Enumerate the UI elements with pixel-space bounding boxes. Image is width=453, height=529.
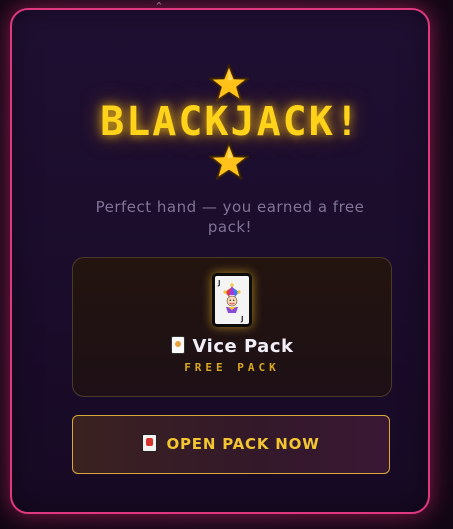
open-pack-label[interactable]: OPEN PACK NOW <box>166 435 319 453</box>
open-pack-button[interactable]: OPEN PACK NOW <box>72 415 390 474</box>
joker-card-icon: J J <box>212 273 252 327</box>
blackjack-reward-modal: BLACKJACK! Perfect hand — you earned a f… <box>10 8 430 514</box>
pack-tag: FREE PACK <box>184 361 280 374</box>
pack-name: Vice Pack <box>73 335 391 359</box>
svg-text:J: J <box>240 315 244 323</box>
flower-card-icon <box>142 434 158 452</box>
open-pack-button-label-row[interactable]: OPEN PACK NOW <box>73 416 389 473</box>
pack-card: J J Vice Pack FREE PACK <box>72 257 392 397</box>
reward-message: Perfect hand — you earned a free pack! <box>95 198 365 236</box>
playing-card-icon <box>170 336 185 354</box>
svg-text:J: J <box>217 279 221 287</box>
page-title: BLACKJACK! <box>100 99 361 145</box>
pack-name-label: Vice Pack <box>192 336 294 357</box>
star-icon <box>207 140 251 184</box>
